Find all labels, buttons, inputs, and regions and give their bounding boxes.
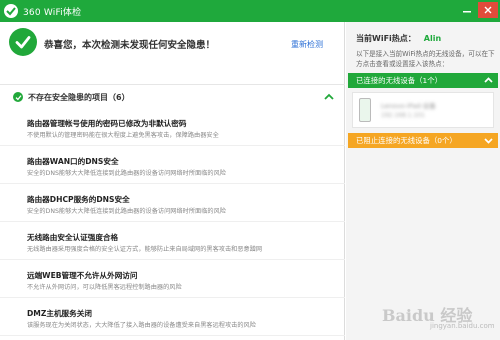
item-title: DMZ主机服务关闭 [27, 309, 92, 318]
list-item: DMZ主机服务关闭 该服务现在为关闭状态，大大降低了接入路由器的设备遭受来自黑客… [0, 298, 345, 336]
device-sidebar: 当前WiFi热点： Alin 以下是接入当前WiFi热点的无线设备，可以在下方点击… [346, 22, 500, 340]
safe-items-section-header[interactable]: 不存在安全隐患的项目（6） [0, 89, 345, 107]
list-item: 路由器DHCP服务的DNS安全 安全的DNS能够大大降低连接到此路由器的设备访问… [0, 184, 345, 222]
chevron-down-icon [484, 138, 493, 144]
section-label: 不存在安全隐患的项目（6） [28, 93, 130, 102]
item-title: 远端WEB管理不允许从外网访问 [27, 271, 138, 280]
safe-items-list: 路由器管理帐号使用的密码已修改为非默认密码 不使用默认的管理密码能在很大程度上避… [0, 108, 345, 336]
scan-result-panel: 恭喜您，本次检测未发现任何安全隐患！ 重新检测 不存在安全隐患的项目（6） 路由… [0, 22, 345, 340]
list-item: 远端WEB管理不允许从外网访问 不允许从外网访问，可以降低黑客远程控制路由器的风… [0, 260, 345, 298]
item-title: 无线路由安全认证强度合格 [27, 233, 119, 242]
item-description: 安全的DNS能够大大降低连接到此路由器的设备访问网络时所面临的风险 [27, 208, 226, 215]
hotspot-label: 当前WiFi热点： [356, 34, 416, 43]
watermark-url: jingyan.baidu.com [430, 322, 495, 330]
connected-devices-header[interactable]: 已连接的无线设备（1个） [348, 73, 498, 88]
result-message: 恭喜您，本次检测未发现任何安全隐患！ [44, 40, 216, 51]
divider [0, 84, 345, 85]
device-card[interactable]: Lenovo-iPad-设备 192.168.1.101 [352, 92, 494, 128]
item-description: 安全的DNS能够大大降低连接到此路由器的设备访问网络时所面临的风险 [27, 170, 226, 177]
connected-devices-label: 已连接的无线设备（1个） [356, 76, 443, 85]
item-title: 路由器管理帐号使用的密码已修改为非默认密码 [27, 119, 187, 128]
window-title: 360 WiFi体检 [23, 7, 82, 18]
device-address: 192.168.1.101 [381, 112, 425, 119]
hotspot-name: Alin [423, 34, 442, 43]
sidebar-hint: 以下是接入当前WiFi热点的无线设备，可以在下方点击查看或设置接入该热点： [356, 50, 495, 68]
phone-icon [359, 98, 371, 122]
item-description: 无线路由器采用强度合格的安全认证方式，能够防止来自局域网的黑客攻击和恶意蹭网 [27, 246, 263, 253]
list-item: 路由器WAN口的DNS安全 安全的DNS能够大大降低连接到此路由器的设备访问网络… [0, 146, 345, 184]
minimize-icon [463, 11, 471, 13]
check-icon [13, 92, 23, 102]
chevron-up-icon [484, 77, 493, 83]
app-logo-icon [4, 4, 18, 18]
hotspot-line: 当前WiFi热点： Alin [356, 33, 441, 44]
title-bar: 360 WiFi体检 [0, 0, 500, 22]
minimize-button[interactable] [457, 2, 477, 18]
window-controls [457, 2, 498, 18]
result-header: 恭喜您，本次检测未发现任何安全隐患！ 重新检测 [0, 22, 345, 66]
close-icon [484, 6, 492, 14]
item-description: 该服务现在为关闭状态，大大降低了接入路由器的设备遭受来自黑客远程攻击的风险 [27, 322, 256, 329]
watermark: Baidu 经验 jingyan.baidu.com [382, 302, 495, 330]
blocked-devices-label: 已阻止连接的无线设备（0个） [356, 136, 457, 145]
blocked-devices-header[interactable]: 已阻止连接的无线设备（0个） [348, 133, 498, 148]
close-button[interactable] [478, 2, 498, 18]
item-description: 不使用默认的管理密码能在很大程度上避免黑客攻击，保障路由器安全 [27, 132, 219, 139]
list-item: 无线路由安全认证强度合格 无线路由器采用强度合格的安全认证方式，能够防止来自局域… [0, 222, 345, 260]
item-title: 路由器DHCP服务的DNS安全 [27, 195, 130, 204]
success-check-icon [9, 28, 37, 56]
chevron-up-icon[interactable] [323, 91, 335, 103]
device-name: Lenovo-iPad-设备 [381, 102, 436, 110]
item-description: 不允许从外网访问，可以降低黑客远程控制路由器的风险 [27, 284, 182, 291]
item-title: 路由器WAN口的DNS安全 [27, 157, 119, 166]
recheck-link[interactable]: 重新检测 [291, 39, 323, 50]
list-item: 路由器管理帐号使用的密码已修改为非默认密码 不使用默认的管理密码能在很大程度上避… [0, 108, 345, 146]
